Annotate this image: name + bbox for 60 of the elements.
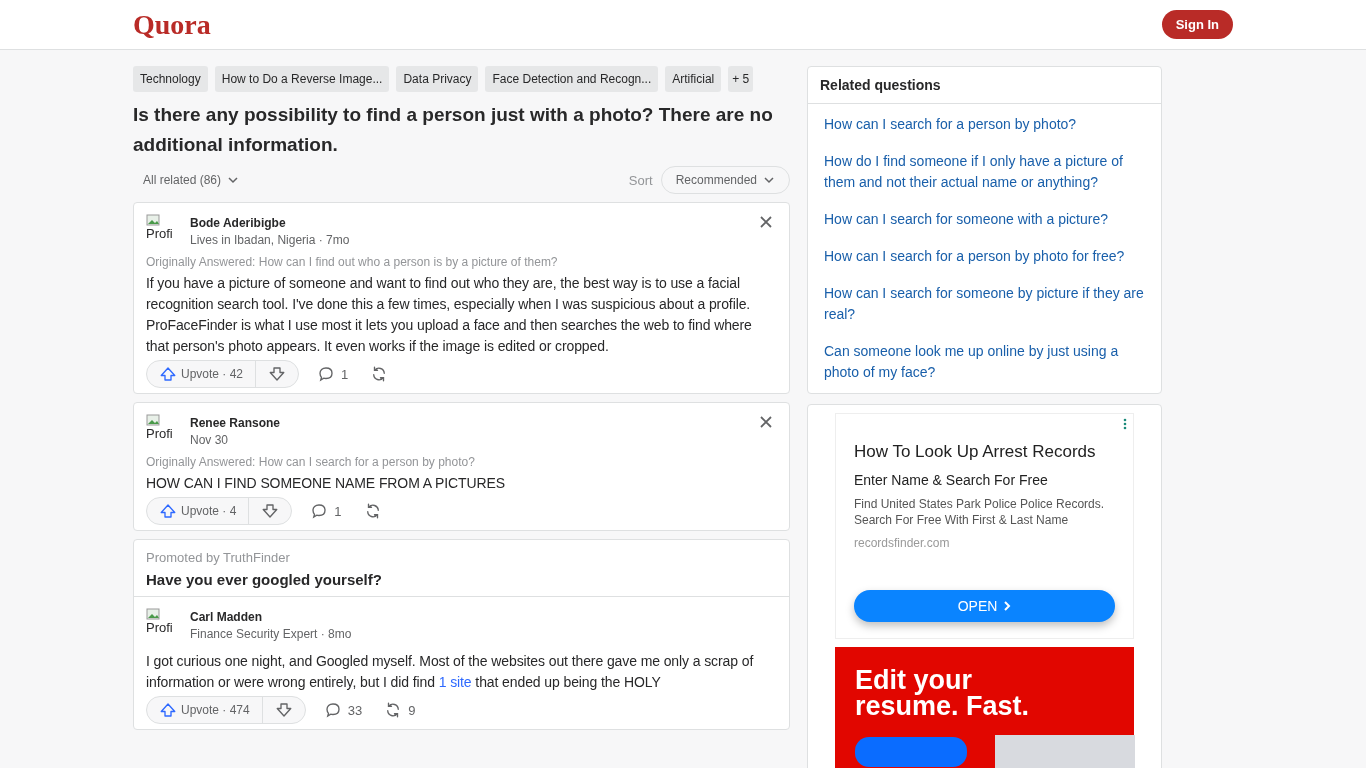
more-topics-button[interactable]: + 5 [728,66,754,92]
answer-text: I got curious one night, and Googled myself. Most of the websites out there gave me only a scrap of information or were wrong entirely, but I did find 1 site that ended up being the HOLY [146,652,755,692]
logo[interactable]: Quora [133,8,211,41]
upvote-icon [159,701,177,719]
related-question-link[interactable]: How can I search for someone with a picture? [824,209,1145,230]
author-meta: Nov 30 [190,432,230,447]
open-button[interactable]: OPEN [854,590,1115,622]
question-title: Is there any possibility to find a person just with a photo? There are no additional information. [133,103,774,157]
promoted-label: Promoted by TruthFinder [146,550,291,565]
chevron-down-icon [763,174,775,186]
related-question-link[interactable]: Can someone look me up online by just using a photo of my face? [824,341,1145,383]
close-icon[interactable] [759,215,773,229]
ad-domain: recordsfinder.com [854,536,951,550]
answer-text: If you have a picture of someone and want to find out who they are, the best way is to use a facial recognition search tool. I've done this a few times, especially when I was suspicious about a profile. ProFaceFinder is what I use most it lets you upload a face and then searches the web to find where that person's photo appears. It even works if the image is edited or cropped. [146,274,753,356]
related-question-link[interactable]: How can I search for someone by picture if they are real? [824,283,1145,325]
close-icon[interactable] [759,415,773,429]
related-question-link[interactable]: How do I find someone if I only have a picture of them and not their actual name or anything? [824,151,1145,193]
downvote-icon [274,701,293,719]
topic-tag[interactable]: Technology [133,66,208,92]
comment-icon [317,365,336,383]
author-meta: Finance Security Expert · 8mo [190,626,352,641]
broken-avatar-image: Profi [146,213,182,249]
kebab-menu-icon[interactable] [1123,418,1127,430]
all-related-dropdown[interactable]: All related (86) [133,167,250,193]
topic-tag[interactable]: Face Detection and Recogn... [485,66,659,92]
upvote-icon [159,502,177,520]
sign-in-button[interactable]: Sign In [1161,10,1233,39]
author-meta: Lives in Ibadan, Nigeria · 7mo [190,232,350,247]
topic-tag[interactable]: Artificial [665,66,722,92]
ad-subtitle: Enter Name & Search For Free [854,472,1049,488]
topic-tag[interactable]: How to Do a Reverse Image... [214,66,390,92]
promoted-headline[interactable]: Have you ever googled yourself? [146,571,777,588]
sort-dropdown[interactable]: Recommended [660,166,790,194]
ad-description: Find United States Park Police Police Records. Search For Free With First & Last Name [854,496,1106,528]
ad-title[interactable]: How To Look Up Arrest Records [854,442,1115,462]
answer-text: HOW CAN I FIND SOMEONE NAME FROM A PICTURES [146,474,506,493]
comment-icon [310,502,329,520]
chevron-right-icon [1003,601,1012,611]
comment-button[interactable]: 1 [313,361,353,387]
author-name[interactable]: Bode Aderibigbe [190,215,350,230]
sort-label: Sort [628,172,653,188]
related-question-link[interactable]: How can I search for a person by photo for free? [824,246,1145,267]
related-question-link[interactable]: How can I search for a person by photo? [824,114,1145,135]
author-name[interactable]: Renee Ransone [190,415,281,430]
downvote-icon [261,502,280,520]
banner-headline: Edit your resume. Fast. [855,667,1030,719]
chevron-down-icon [227,174,240,186]
downvote-icon [268,365,287,383]
comment-icon [323,701,342,719]
upvote-icon [159,365,177,383]
broken-avatar-image: Profi [146,607,182,643]
topic-tag[interactable]: Data Privacy [396,66,479,92]
share-button[interactable]: 9 [380,697,420,723]
answer-link[interactable]: 1 site [438,674,472,690]
author-name[interactable]: Carl Madden [190,609,352,624]
banner-ad[interactable]: Edit your resume. Fast. [835,647,1134,768]
comment-button[interactable]: 1 [306,498,346,524]
panel-title: Related questions [808,67,1161,104]
comment-button[interactable]: 33 [319,697,367,723]
broken-avatar-image: Profi [146,413,182,449]
